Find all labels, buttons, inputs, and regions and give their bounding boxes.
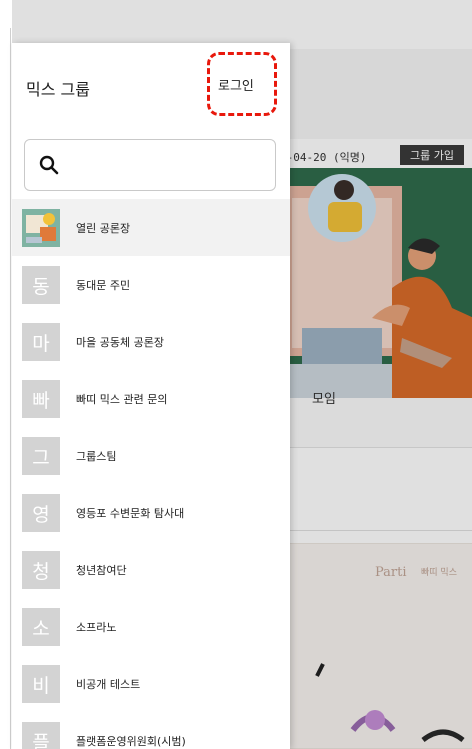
group-avatar: 청 xyxy=(22,551,60,589)
divider xyxy=(282,530,472,531)
group-list: 열린 공론장동 동대문 주민마 마을 공동체 공론장빠 빠띠 믹스 관련 문의그 그룹스… xyxy=(12,199,290,749)
group-drawer: 믹스 그룹 로그인 열린 공론장동 동대문 주민마 마을 공동체 공론장빠 빠띠 믹스… xyxy=(12,43,290,749)
group-label: 플랫폼운영위원회(시범) xyxy=(76,735,186,748)
group-label: 빠띠 믹스 관련 문의 xyxy=(76,393,168,406)
group-initial: 영 xyxy=(32,503,50,526)
group-initial: 동 xyxy=(32,275,50,298)
search-icon xyxy=(39,155,59,175)
group-list-item[interactable]: 소 소프라노 xyxy=(12,598,290,655)
window-edge xyxy=(10,28,11,749)
drawer-title: 믹스 그룹 xyxy=(26,80,90,99)
join-group-button[interactable]: 그룹 가입 xyxy=(400,145,464,165)
group-avatar: 소 xyxy=(22,608,60,646)
group-initial: 청 xyxy=(32,560,50,583)
group-cover-image xyxy=(282,168,472,398)
group-list-item[interactable]: 플 플랫폼운영위원회(시범) xyxy=(12,712,290,749)
svg-text:빠띠 믹스: 빠띠 믹스 xyxy=(421,566,457,578)
group-avatar: 마 xyxy=(22,323,60,361)
brand-logo: Parti xyxy=(375,565,407,580)
group-label: 영등포 수변문화 탐사대 xyxy=(76,507,185,520)
top-bar xyxy=(12,0,472,49)
post-card[interactable]: Parti 빠띠 믹스 xyxy=(282,543,472,749)
post-meta: 0-04-20 (익명) xyxy=(280,151,367,164)
group-list-item[interactable]: 빠 빠띠 믹스 관련 문의 xyxy=(12,370,290,427)
group-list-item[interactable]: 그 그룹스팀 xyxy=(12,427,290,484)
group-list-item[interactable]: 마 마을 공동체 공론장 xyxy=(12,313,290,370)
group-initial: 빠 xyxy=(32,389,50,412)
group-search[interactable] xyxy=(24,139,276,191)
search-input[interactable] xyxy=(69,150,265,180)
group-label: 동대문 주민 xyxy=(76,279,131,292)
group-initial: 비 xyxy=(32,674,50,697)
group-label: 열린 공론장 xyxy=(76,222,131,235)
group-label: 마을 공동체 공론장 xyxy=(76,336,164,349)
group-label: 소프라노 xyxy=(76,621,117,634)
group-list-item[interactable]: 비 비공개 테스트 xyxy=(12,655,290,712)
group-avatar: 영 xyxy=(22,494,60,532)
group-label: 그룹스팀 xyxy=(76,450,117,463)
group-avatar: 그 xyxy=(22,437,60,475)
tab-meetings[interactable]: 모임 xyxy=(312,388,336,407)
login-button[interactable]: 로그인 xyxy=(218,75,254,94)
group-avatar: 플 xyxy=(22,722,60,749)
group-list-item[interactable]: 영 영등포 수변문화 탐사대 xyxy=(12,484,290,541)
group-avatar: 비 xyxy=(22,665,60,703)
group-list-item[interactable]: 동 동대문 주민 xyxy=(12,256,290,313)
group-avatar: 빠 xyxy=(22,380,60,418)
group-label: 비공개 테스트 xyxy=(76,678,141,691)
group-initial: 소 xyxy=(32,617,50,640)
group-thumbnail xyxy=(22,209,60,247)
group-initial: 플 xyxy=(32,731,50,749)
group-initial: 그 xyxy=(32,446,50,469)
group-initial: 마 xyxy=(32,332,50,355)
tab-bar xyxy=(282,398,472,448)
group-label: 청년참여단 xyxy=(76,564,127,577)
group-list-item[interactable]: 열린 공론장 xyxy=(12,199,290,256)
group-avatar: 동 xyxy=(22,266,60,304)
group-list-item[interactable]: 청 청년참여단 xyxy=(12,541,290,598)
